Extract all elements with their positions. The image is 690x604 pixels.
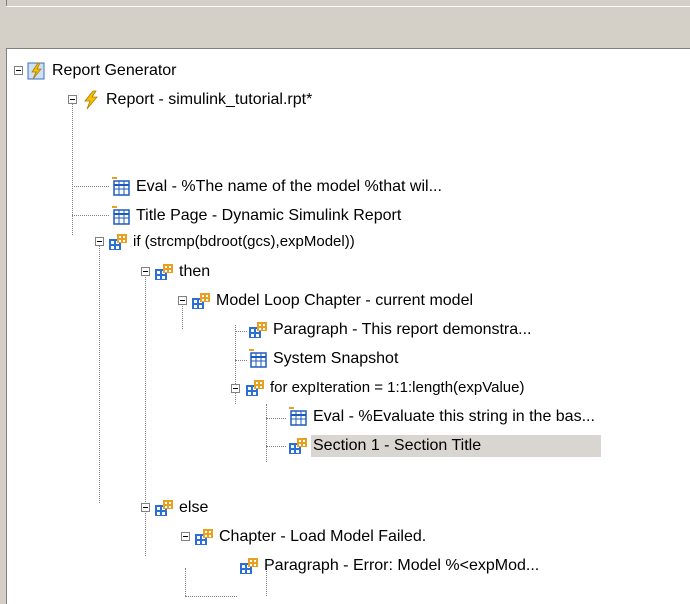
component-group-icon — [248, 320, 268, 340]
table-icon — [288, 407, 308, 427]
node-label: then — [179, 263, 211, 280]
tree-node-paragraph[interactable]: Paragraph - This report demonstra... — [248, 318, 534, 342]
node-label: for expIteration = 1:1:length(expValue) — [270, 379, 525, 396]
node-label: if (strcmp(bdroot(gcs),expModel)) — [133, 233, 355, 250]
collapse-toggle[interactable] — [14, 66, 23, 75]
component-group-icon — [154, 498, 174, 518]
tree-node-then[interactable]: then — [154, 260, 212, 284]
component-group-icon — [154, 262, 174, 282]
tree-connector — [72, 215, 109, 216]
report-explorer-window: Report Generator Report - simulink_tutor… — [0, 0, 690, 604]
tree-header-bar — [6, 6, 690, 49]
node-label: else — [179, 499, 209, 516]
component-group-icon — [108, 232, 128, 252]
node-label: Paragraph - This report demonstra... — [273, 321, 532, 338]
tree-node-system-snapshot[interactable]: System Snapshot — [248, 347, 400, 371]
component-group-icon — [288, 436, 308, 456]
collapse-toggle[interactable] — [95, 237, 104, 246]
report-outline-tree[interactable]: Report Generator Report - simulink_tutor… — [7, 48, 690, 604]
tree-connector — [266, 404, 267, 462]
tree-node-report[interactable]: Report - simulink_tutorial.rpt* — [81, 88, 314, 112]
tree-node-section-1[interactable]: Section 1 - Section Title — [288, 434, 602, 458]
tree-connector — [235, 331, 247, 332]
tree-connector — [185, 568, 186, 596]
node-label: System Snapshot — [273, 350, 399, 367]
node-label: Model Loop Chapter - current model — [216, 292, 474, 309]
collapse-toggle[interactable] — [181, 532, 190, 541]
table-icon — [248, 349, 268, 369]
tree-node-eval-string[interactable]: Eval - %Evaluate this string in the bas.… — [288, 405, 597, 429]
node-label: Eval - %The name of the model %that wil.… — [136, 178, 442, 195]
tree-node-title-page[interactable]: Title Page - Dynamic Simulink Report — [111, 204, 403, 228]
tree-connector — [266, 446, 286, 447]
node-label: Report Generator — [52, 62, 177, 79]
window-left-border — [0, 0, 7, 604]
node-label: Report - simulink_tutorial.rpt* — [106, 91, 313, 108]
node-label: Chapter - Load Model Failed. — [219, 528, 427, 545]
tree-connector — [185, 596, 237, 597]
tree-node-paragraph-error[interactable]: Paragraph - Error: Model %<expMod... — [239, 554, 541, 578]
component-group-icon — [245, 378, 265, 398]
collapse-toggle[interactable] — [178, 296, 187, 305]
tree-node-else[interactable]: else — [154, 496, 210, 520]
tree-connector — [235, 360, 247, 361]
component-group-icon — [239, 556, 259, 576]
collapse-toggle[interactable] — [231, 384, 240, 393]
report-generator-icon — [27, 61, 47, 81]
node-label: Eval - %Evaluate this string in the bas.… — [313, 408, 595, 425]
tree-connector — [145, 267, 146, 556]
component-group-icon — [191, 291, 211, 311]
tree-node-eval[interactable]: Eval - %The name of the model %that wil.… — [111, 175, 444, 199]
tree-node-for-loop[interactable]: for expIteration = 1:1:length(expValue) — [245, 376, 526, 400]
lightning-icon — [81, 90, 101, 110]
collapse-toggle[interactable] — [68, 95, 77, 104]
collapse-toggle[interactable] — [141, 267, 150, 276]
table-icon — [111, 177, 131, 197]
component-group-icon — [194, 527, 214, 547]
tree-node-report-generator[interactable]: Report Generator — [27, 59, 179, 83]
table-icon — [111, 206, 131, 226]
tree-connector — [99, 237, 100, 503]
node-label: Section 1 - Section Title — [311, 435, 602, 457]
tree-connector — [72, 186, 109, 187]
tree-connector — [266, 418, 286, 419]
tree-node-model-loop-chapter[interactable]: Model Loop Chapter - current model — [191, 289, 475, 313]
tree-node-if[interactable]: if (strcmp(bdroot(gcs),expModel)) — [108, 230, 357, 254]
tree-node-chapter-failed[interactable]: Chapter - Load Model Failed. — [194, 525, 428, 549]
node-label: Paragraph - Error: Model %<expMod... — [264, 557, 540, 574]
node-label: Title Page - Dynamic Simulink Report — [136, 207, 402, 224]
collapse-toggle[interactable] — [141, 503, 150, 512]
